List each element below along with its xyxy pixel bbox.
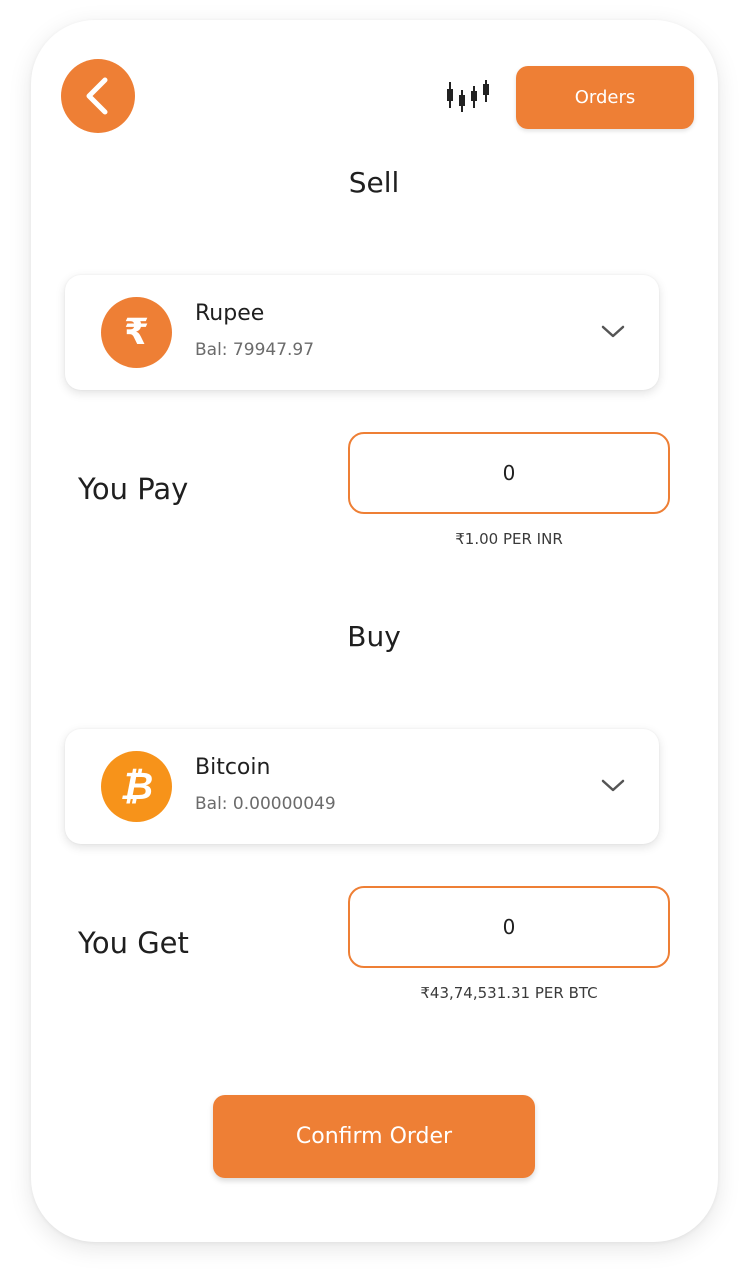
sell-asset-selector[interactable]: ₹ Rupee Bal: 79947.97 bbox=[65, 275, 659, 390]
chevron-left-icon bbox=[86, 77, 108, 115]
buy-title: Buy bbox=[347, 620, 401, 653]
bitcoin-icon: ₿ bbox=[101, 751, 172, 822]
get-amount-input[interactable] bbox=[348, 886, 670, 968]
buy-asset-selector[interactable]: ₿ Bitcoin Bal: 0.00000049 bbox=[65, 729, 659, 844]
buy-asset-name: Bitcoin bbox=[195, 755, 271, 780]
buy-asset-balance: Bal: 0.00000049 bbox=[195, 794, 336, 814]
chevron-down-icon bbox=[601, 325, 625, 338]
candlestick-chart-icon[interactable] bbox=[444, 80, 494, 114]
sell-asset-balance: Bal: 79947.97 bbox=[195, 340, 315, 360]
confirm-order-button[interactable]: Confirm Order bbox=[213, 1095, 535, 1178]
orders-button[interactable]: Orders bbox=[516, 66, 694, 129]
chevron-down-icon bbox=[601, 779, 625, 792]
sell-asset-name: Rupee bbox=[195, 301, 265, 326]
sell-title: Sell bbox=[348, 166, 400, 199]
get-rate-text: ₹43,74,531.31 PER BTC bbox=[420, 984, 598, 1002]
you-get-label: You Get bbox=[78, 926, 189, 960]
pay-rate-text: ₹1.00 PER INR bbox=[455, 530, 563, 548]
back-button[interactable] bbox=[61, 59, 135, 133]
pay-amount-input[interactable] bbox=[348, 432, 670, 514]
you-pay-label: You Pay bbox=[78, 472, 189, 506]
rupee-icon: ₹ bbox=[101, 297, 172, 368]
